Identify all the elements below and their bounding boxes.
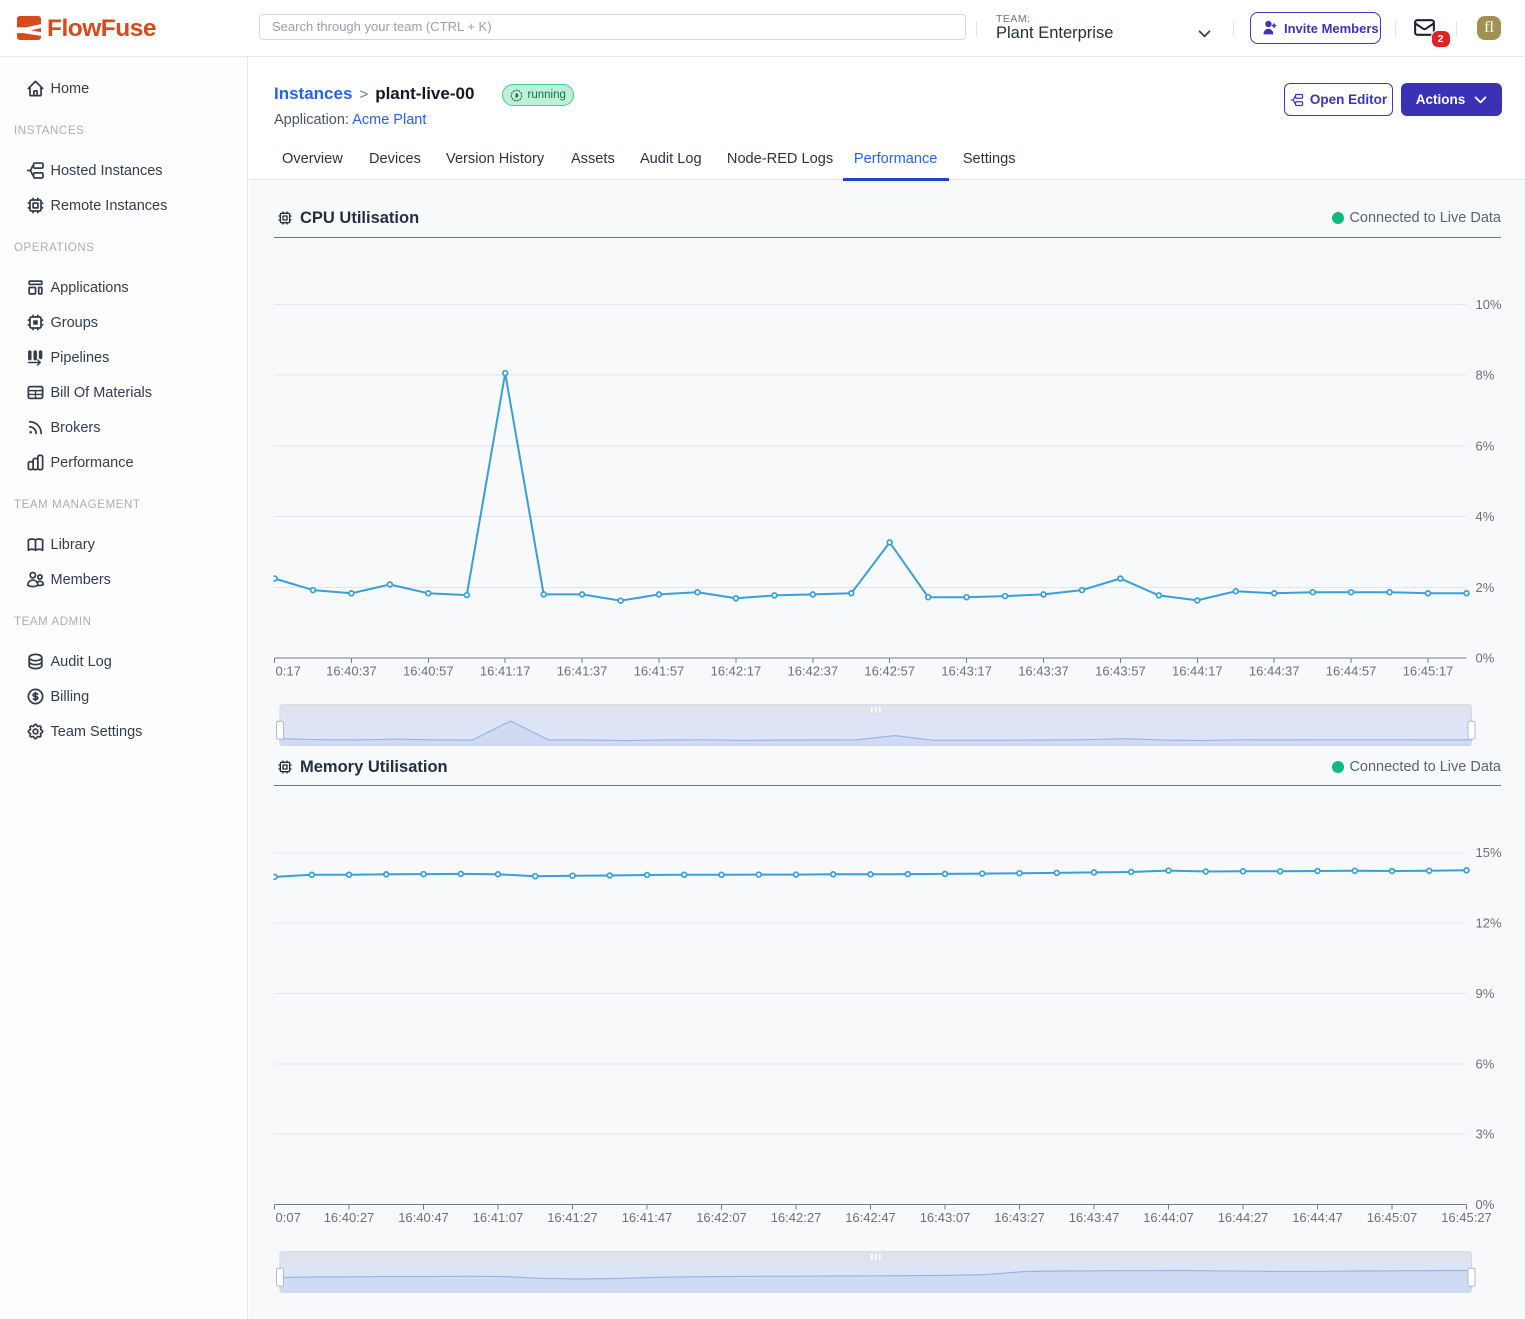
svg-text:4%: 4% xyxy=(1476,509,1495,524)
svg-text:16:44:37: 16:44:37 xyxy=(1249,664,1300,679)
svg-text:16:44:47: 16:44:47 xyxy=(1292,1210,1343,1225)
svg-text:16:43:57: 16:43:57 xyxy=(1095,664,1146,679)
svg-text:6%: 6% xyxy=(1476,438,1495,453)
svg-text:2%: 2% xyxy=(1476,580,1495,595)
svg-text:16:44:17: 16:44:17 xyxy=(1172,664,1223,679)
svg-text:16:40:47: 16:40:47 xyxy=(398,1210,449,1225)
svg-text:0:17: 0:17 xyxy=(276,664,301,679)
svg-text:3%: 3% xyxy=(1476,1127,1495,1142)
svg-text:0%: 0% xyxy=(1476,651,1495,666)
svg-text:16:41:37: 16:41:37 xyxy=(557,664,608,679)
svg-text:6%: 6% xyxy=(1476,1056,1495,1071)
svg-text:16:43:47: 16:43:47 xyxy=(1069,1210,1120,1225)
svg-text:16:44:27: 16:44:27 xyxy=(1218,1210,1269,1225)
svg-text:16:43:27: 16:43:27 xyxy=(994,1210,1045,1225)
svg-text:8%: 8% xyxy=(1476,368,1495,383)
svg-text:16:45:17: 16:45:17 xyxy=(1403,664,1454,679)
svg-text:16:41:27: 16:41:27 xyxy=(547,1210,598,1225)
svg-text:16:42:47: 16:42:47 xyxy=(845,1210,896,1225)
svg-text:16:40:27: 16:40:27 xyxy=(324,1210,375,1225)
svg-text:16:40:37: 16:40:37 xyxy=(326,664,377,679)
svg-text:16:42:17: 16:42:17 xyxy=(711,664,762,679)
svg-text:16:42:27: 16:42:27 xyxy=(771,1210,822,1225)
svg-text:9%: 9% xyxy=(1476,986,1495,1001)
svg-text:15%: 15% xyxy=(1476,845,1502,860)
svg-text:16:42:57: 16:42:57 xyxy=(864,664,915,679)
svg-text:16:45:27: 16:45:27 xyxy=(1441,1210,1492,1225)
svg-text:12%: 12% xyxy=(1476,916,1502,931)
svg-text:16:43:07: 16:43:07 xyxy=(920,1210,971,1225)
svg-text:16:42:37: 16:42:37 xyxy=(787,664,838,679)
svg-text:16:42:07: 16:42:07 xyxy=(696,1210,747,1225)
svg-text:16:44:57: 16:44:57 xyxy=(1326,664,1377,679)
svg-text:16:40:57: 16:40:57 xyxy=(403,664,454,679)
svg-text:10%: 10% xyxy=(1476,297,1502,312)
svg-text:16:43:37: 16:43:37 xyxy=(1018,664,1069,679)
svg-text:16:41:57: 16:41:57 xyxy=(634,664,685,679)
svg-text:16:41:17: 16:41:17 xyxy=(480,664,531,679)
svg-text:0:07: 0:07 xyxy=(276,1210,301,1225)
svg-text:16:44:07: 16:44:07 xyxy=(1143,1210,1194,1225)
svg-text:16:43:17: 16:43:17 xyxy=(941,664,992,679)
svg-text:16:41:47: 16:41:47 xyxy=(622,1210,673,1225)
svg-text:16:41:07: 16:41:07 xyxy=(473,1210,524,1225)
svg-text:16:45:07: 16:45:07 xyxy=(1367,1210,1418,1225)
